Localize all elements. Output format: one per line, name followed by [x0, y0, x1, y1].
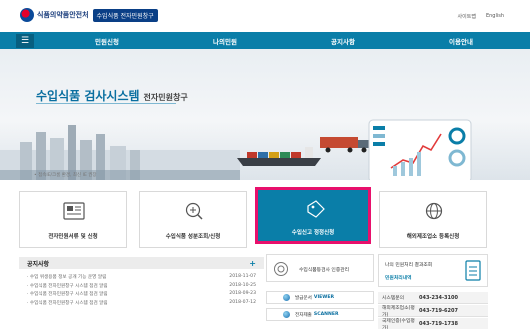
contact-row: 해외제조업소(평가) 043-719-6207 — [378, 305, 488, 318]
hero-banner: 수입식품 검사시스템 전자민원창구 • 접속IE/크롬 환경, 최신 IE 권장 — [0, 49, 530, 180]
list-item[interactable]: · 수입식품 전자민원창구 시스템 점검 알림 2018-07-12 — [27, 300, 256, 309]
certificate-management-link[interactable]: 수입식품등검사 인증관리 — [266, 254, 374, 282]
contact-number: 043-719-6207 — [419, 307, 458, 314]
site-logo[interactable]: 식품의약품안전처 수입식품 전자민원창구 — [20, 8, 158, 22]
hero-title-main: 수입식품 검사시스템 — [36, 89, 140, 103]
notice-text: · 수입식품 전자민원창구 시스템 점검 알림 — [27, 300, 108, 306]
contact-row: 시스템문의 043-234-3100 — [378, 292, 488, 304]
browser-notice: • 접속IE/크롬 환경, 최신 IE 권장 — [34, 173, 97, 178]
service-badge: 수입식품 전자민원창구 — [92, 8, 158, 22]
list-item[interactable]: · 수입식품 전자민원창구 시스템 점검 알림 2018-09-23 — [27, 291, 256, 300]
hero-title-sub: 전자민원창구 — [143, 93, 188, 102]
notice-date: 2018-09-23 — [229, 291, 256, 296]
viewer-name: VIEWER — [313, 295, 335, 300]
viewer-icon — [283, 294, 290, 301]
notice-more-button[interactable]: + — [249, 259, 256, 268]
notice-date: 2018-11-07 — [229, 274, 256, 279]
hero-divider — [36, 103, 176, 104]
service-widgets: 수입식품등검사 인증관리 발급문서 VIEWER 전자제출 SCANNER — [266, 252, 376, 329]
hamburger-menu-icon[interactable]: ☰ — [16, 33, 34, 48]
tag-icon — [307, 200, 325, 218]
scanner-link[interactable]: 전자제출 SCANNER — [266, 308, 374, 321]
scanner-prefix: 전자제출 — [295, 312, 312, 318]
contact-list: 시스템문의 043-234-3100 해외제조업소(평가) 043-719-62… — [378, 292, 488, 329]
hero-title: 수입식품 검사시스템 전자민원창구 — [36, 87, 188, 104]
notice-date: 2018-07-12 — [229, 299, 256, 305]
nav-item-notices[interactable]: 공지사항 — [331, 36, 355, 46]
nav-item-my-requests[interactable]: 나의민원 — [213, 36, 237, 46]
org-name: 식품의약품안전처 — [37, 11, 89, 19]
contact-label: 해외제조업소(평가) — [382, 305, 415, 318]
result-link[interactable]: 민원처리내역 — [385, 274, 411, 281]
document-icon — [63, 202, 85, 220]
contact-number: 043-719-1738 — [419, 320, 458, 327]
main-nav: ☰ 민원신청 나의민원 공지사항 이용안내 — [0, 32, 530, 49]
certificate-icon — [274, 262, 288, 276]
quick-card-ingredient-lookup[interactable]: 수입식품 성분조회/신청 — [139, 191, 247, 248]
scanner-name: SCANNER — [313, 312, 339, 317]
quick-card-label: 전자민원서류 및 신청 — [48, 234, 98, 240]
cargo-ship-illustration — [237, 147, 321, 166]
scanner-icon — [283, 311, 290, 318]
contact-label: 국제인증(수입평가) — [382, 318, 415, 329]
analytics-tablet-illustration — [368, 119, 472, 180]
utility-links: 사이트맵 English — [458, 13, 504, 20]
mfds-emblem-icon — [20, 8, 34, 22]
certificate-label: 수입식품등검사 인증관리 — [299, 268, 350, 273]
notice-text: · 수입 위생용품 정보 공개 기능 운영 알림 — [27, 275, 107, 280]
sitemap-link[interactable]: 사이트맵 — [458, 13, 476, 20]
notice-date: 2018-10-25 — [229, 282, 256, 288]
quick-card-label: 수입신고 정정신청 — [291, 230, 335, 236]
contact-row: 국제인증(수입평가) 043-719-1738 — [378, 318, 488, 329]
checklist-icon — [465, 260, 481, 281]
result-and-contact: 나의 민원처리 결과조회 민원처리내역 시스템문의 043-234-3100 해… — [378, 252, 488, 329]
quick-card-label: 해외제조업소 등록신청 — [406, 234, 460, 240]
magnifier-plus-icon — [185, 202, 203, 220]
top-header: 식품의약품안전처 수입식품 전자민원창구 사이트맵 English — [0, 0, 530, 30]
contact-label: 시스템문의 — [382, 296, 405, 301]
list-item[interactable]: · 수입 위생용품 정보 공개 기능 운영 알림 2018-11-07 — [27, 274, 256, 283]
viewer-prefix: 발급문서 — [295, 295, 312, 301]
quick-menu: 전자민원서류 및 신청 수입식품 성분조회/신청 수입신고 정정신청 해외제조업… — [19, 187, 487, 248]
english-link[interactable]: English — [486, 13, 504, 20]
globe-icon — [425, 202, 443, 220]
my-result-lookup[interactable]: 나의 민원처리 결과조회 민원처리내역 — [378, 254, 488, 287]
city-skyline-illustration — [0, 125, 240, 180]
quick-card-documents[interactable]: 전자민원서류 및 신청 — [19, 191, 127, 248]
quick-card-label: 수입식품 성분조회/신청 — [165, 234, 221, 240]
nav-item-guide[interactable]: 이용안내 — [449, 36, 473, 46]
notice-title: 공지사항 — [27, 260, 50, 268]
list-item[interactable]: · 수입식품 전자민원창구 시스템 점검 알림 2018-10-25 — [27, 283, 256, 292]
result-title: 나의 민원처리 결과조회 — [385, 263, 433, 268]
quick-card-foreign-facility[interactable]: 해외제조업소 등록신청 — [379, 191, 487, 248]
notice-board: 공지사항 + · 수입 위생용품 정보 공개 기능 운영 알림 2018-11-… — [19, 257, 264, 329]
quick-card-import-correction[interactable]: 수입신고 정정신청 — [255, 187, 371, 244]
nav-item-apply[interactable]: 민원신청 — [95, 36, 119, 46]
notice-text: · 수입식품 전자민원창구 시스템 점검 알림 — [27, 292, 108, 297]
contact-number: 043-234-3100 — [419, 294, 458, 301]
document-viewer-link[interactable]: 발급문서 VIEWER — [266, 291, 374, 304]
notice-text: · 수입식품 전자민원창구 시스템 점검 알림 — [27, 283, 108, 289]
